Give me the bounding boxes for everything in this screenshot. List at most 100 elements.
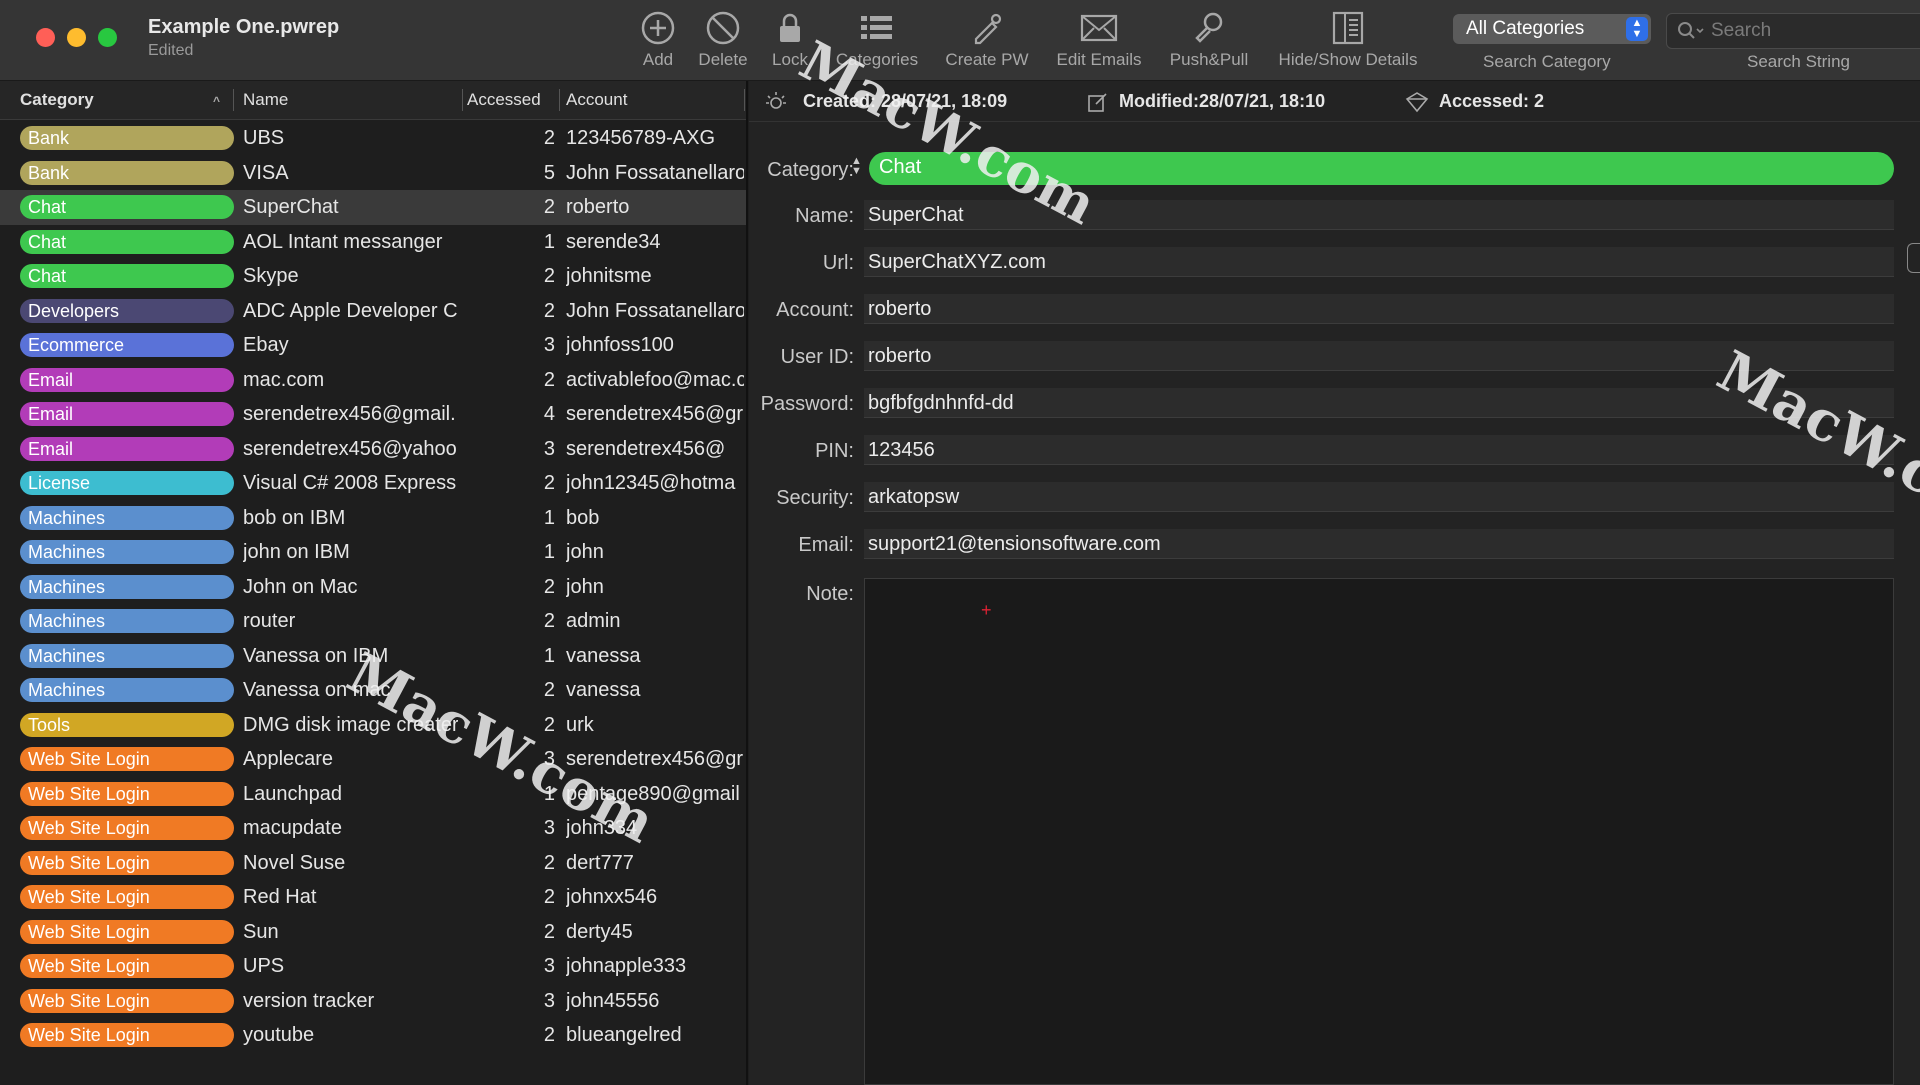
table-row[interactable]: Bank UBS 2 123456789-AXG <box>0 121 746 156</box>
category-filter-select[interactable]: All Categories ▲ ▼ <box>1453 14 1651 44</box>
column-header-account[interactable]: Account <box>566 90 627 110</box>
table-row[interactable]: Developers ADC Apple Developer C 2 John Fos… <box>0 294 746 329</box>
table-row[interactable]: Web Site Login Sun 2 derty45 <box>0 915 746 950</box>
table-row[interactable]: Chat Skype 2 johnitsme <box>0 259 746 294</box>
field-value[interactable]: SuperChatXYZ.com <box>864 247 1894 277</box>
table-row[interactable]: Machines bob on IBM 1 bob <box>0 501 746 536</box>
table-row[interactable]: Machines john on IBM 1 john <box>0 535 746 570</box>
table-row[interactable]: License Visual C# 2008 Express 2 john12345@… <box>0 466 746 501</box>
column-divider[interactable] <box>744 89 745 111</box>
entry-account: johnxx546 <box>566 886 658 908</box>
entry-account: roberto <box>566 196 630 218</box>
table-row[interactable]: Web Site Login UPS 3 johnapple333 <box>0 949 746 984</box>
category-pill: Bank <box>20 126 234 150</box>
delete-button[interactable]: Delete <box>693 8 753 70</box>
entry-accessed-count: 2 <box>543 299 555 322</box>
entry-name: macupdate <box>243 817 342 839</box>
delete-circle-icon <box>693 8 753 48</box>
push-pull-button[interactable]: Push&Pull <box>1164 8 1254 70</box>
minimize-window-button[interactable] <box>67 28 86 47</box>
add-button[interactable]: Add <box>633 8 683 70</box>
zoom-window-button[interactable] <box>98 28 117 47</box>
entry-name: SuperChat <box>243 196 339 218</box>
column-divider[interactable] <box>462 89 463 111</box>
entry-name: john on IBM <box>243 541 350 563</box>
entry-account: serende34 <box>566 230 661 253</box>
table-row[interactable]: Web Site Login Applecare 3 serendetrex456@g… <box>0 742 746 777</box>
table-row[interactable]: Email mac.com 2 activablefoo@mac.c <box>0 363 746 398</box>
create-pw-button[interactable]: Create PW <box>942 8 1032 70</box>
created-date: Created: 28/07/21, 18:09 <box>803 91 1008 111</box>
column-header-accessed[interactable]: Accessed <box>467 90 541 110</box>
table-row[interactable]: Email serendetrex456@gmail. 4 serendetrex45… <box>0 397 746 432</box>
table-row[interactable]: Chat AOL Intant messanger 1 serende34 <box>0 225 746 260</box>
field-value[interactable]: roberto <box>864 341 1894 371</box>
note-textarea[interactable]: + <box>864 578 1894 1085</box>
table-row[interactable]: Machines Vanessa on IBM 1 vanessa <box>0 639 746 674</box>
table-row[interactable]: Email serendetrex456@yahoo 3 serendetrex456… <box>0 432 746 467</box>
search-field[interactable] <box>1666 13 1920 49</box>
entry-name: Visual C# 2008 Express <box>243 472 457 494</box>
category-pill: Web Site Login <box>20 919 234 944</box>
entry-account: blueangelred <box>566 1024 682 1046</box>
entry-accessed-count: 3 <box>543 989 555 1012</box>
category-stepper-icon[interactable]: ▲ ▼ <box>851 156 862 177</box>
table-row[interactable]: Machines John on Mac 2 john <box>0 570 746 605</box>
toolbar: Example One.pwrep Edited Add Delete Lock… <box>0 0 1920 81</box>
entry-name: Vanessa on mac <box>243 679 391 701</box>
category-pill: Chat <box>20 195 234 219</box>
categories-button[interactable]: Categories <box>830 8 924 70</box>
column-header-name[interactable]: Name <box>243 90 288 110</box>
column-header-category[interactable]: Category <box>20 90 94 110</box>
column-divider[interactable] <box>233 89 234 111</box>
entry-name: Red Hat <box>243 886 317 908</box>
document-status: Edited <box>148 42 194 59</box>
search-icon <box>1677 21 1705 46</box>
entry-account: johnapple333 <box>566 955 687 977</box>
push-pull-icon <box>1164 8 1254 48</box>
table-row[interactable]: Ecommerce Ebay 3 johnfoss100 <box>0 328 746 363</box>
table-row[interactable]: Machines Vanessa on mac 2 vanessa <box>0 673 746 708</box>
entry-accessed-count: 3 <box>543 437 555 460</box>
field-value[interactable]: SuperChat <box>864 200 1894 230</box>
search-string-caption: Search String <box>1747 52 1850 71</box>
field-value[interactable]: 123456 <box>864 435 1894 465</box>
select-arrows-icon: ▲ ▼ <box>1626 17 1648 41</box>
entry-accessed-count: 2 <box>543 265 555 287</box>
table-row[interactable]: Web Site Login macupdate 3 john334 <box>0 811 746 846</box>
table-row[interactable]: Web Site Login youtube 2 blueangelred <box>0 1018 746 1053</box>
close-window-button[interactable] <box>36 28 55 47</box>
table-row[interactable]: Machines router 2 admin <box>0 604 746 639</box>
entry-name: Launchpad <box>243 782 342 805</box>
field-value[interactable]: roberto <box>864 294 1894 324</box>
search-input[interactable] <box>1709 19 1913 43</box>
field-value[interactable]: support21@tensionsoftware.com <box>864 529 1894 559</box>
field-value[interactable]: bgfbfgdnhnfd-dd <box>864 388 1894 418</box>
table-row[interactable]: Web Site Login Novel Suse 2 dert777 <box>0 846 746 881</box>
open-url-icon[interactable] <box>1907 243 1920 273</box>
table-row[interactable]: Web Site Login Launchpad 1 pentage890@gmail <box>0 777 746 812</box>
hide-show-details-button[interactable]: Hide/Show Details <box>1270 8 1426 70</box>
entry-accessed-count: 4 <box>543 403 555 425</box>
field-value[interactable]: arkatopsw <box>864 482 1894 512</box>
lock-button[interactable]: Lock <box>765 8 815 70</box>
entry-accessed-count: 2 <box>543 610 555 632</box>
category-pill: Email <box>20 436 234 461</box>
category-pill: Web Site Login <box>20 885 234 909</box>
category-field[interactable]: Chat <box>869 152 1894 185</box>
column-divider[interactable] <box>559 89 560 111</box>
modified-date: Modified:28/07/21, 18:10 <box>1119 91 1326 111</box>
table-row[interactable]: Web Site Login Red Hat 2 johnxx546 <box>0 880 746 915</box>
entry-account: John Fossatanellaro <box>566 161 744 184</box>
edit-emails-button[interactable]: Edit Emails <box>1052 8 1146 70</box>
table-row[interactable]: Tools DMG disk image creater 2 urk <box>0 708 746 743</box>
entries-list: Category ^ Name Accessed Account Bank UBS… <box>0 81 748 1085</box>
table-row[interactable]: Chat SuperChat 2 roberto <box>0 190 746 225</box>
category-pill: Machines <box>20 505 234 530</box>
table-row[interactable]: Bank VISA 5 John Fossatanellaro <box>0 156 746 191</box>
categories-label: Categories <box>835 50 919 69</box>
entry-accessed-count: 2 <box>543 920 555 943</box>
sort-ascending-icon: ^ <box>213 94 221 108</box>
table-row[interactable]: Web Site Login version tracker 3 john45556 <box>0 984 746 1019</box>
entry-name: youtube <box>243 1024 315 1046</box>
